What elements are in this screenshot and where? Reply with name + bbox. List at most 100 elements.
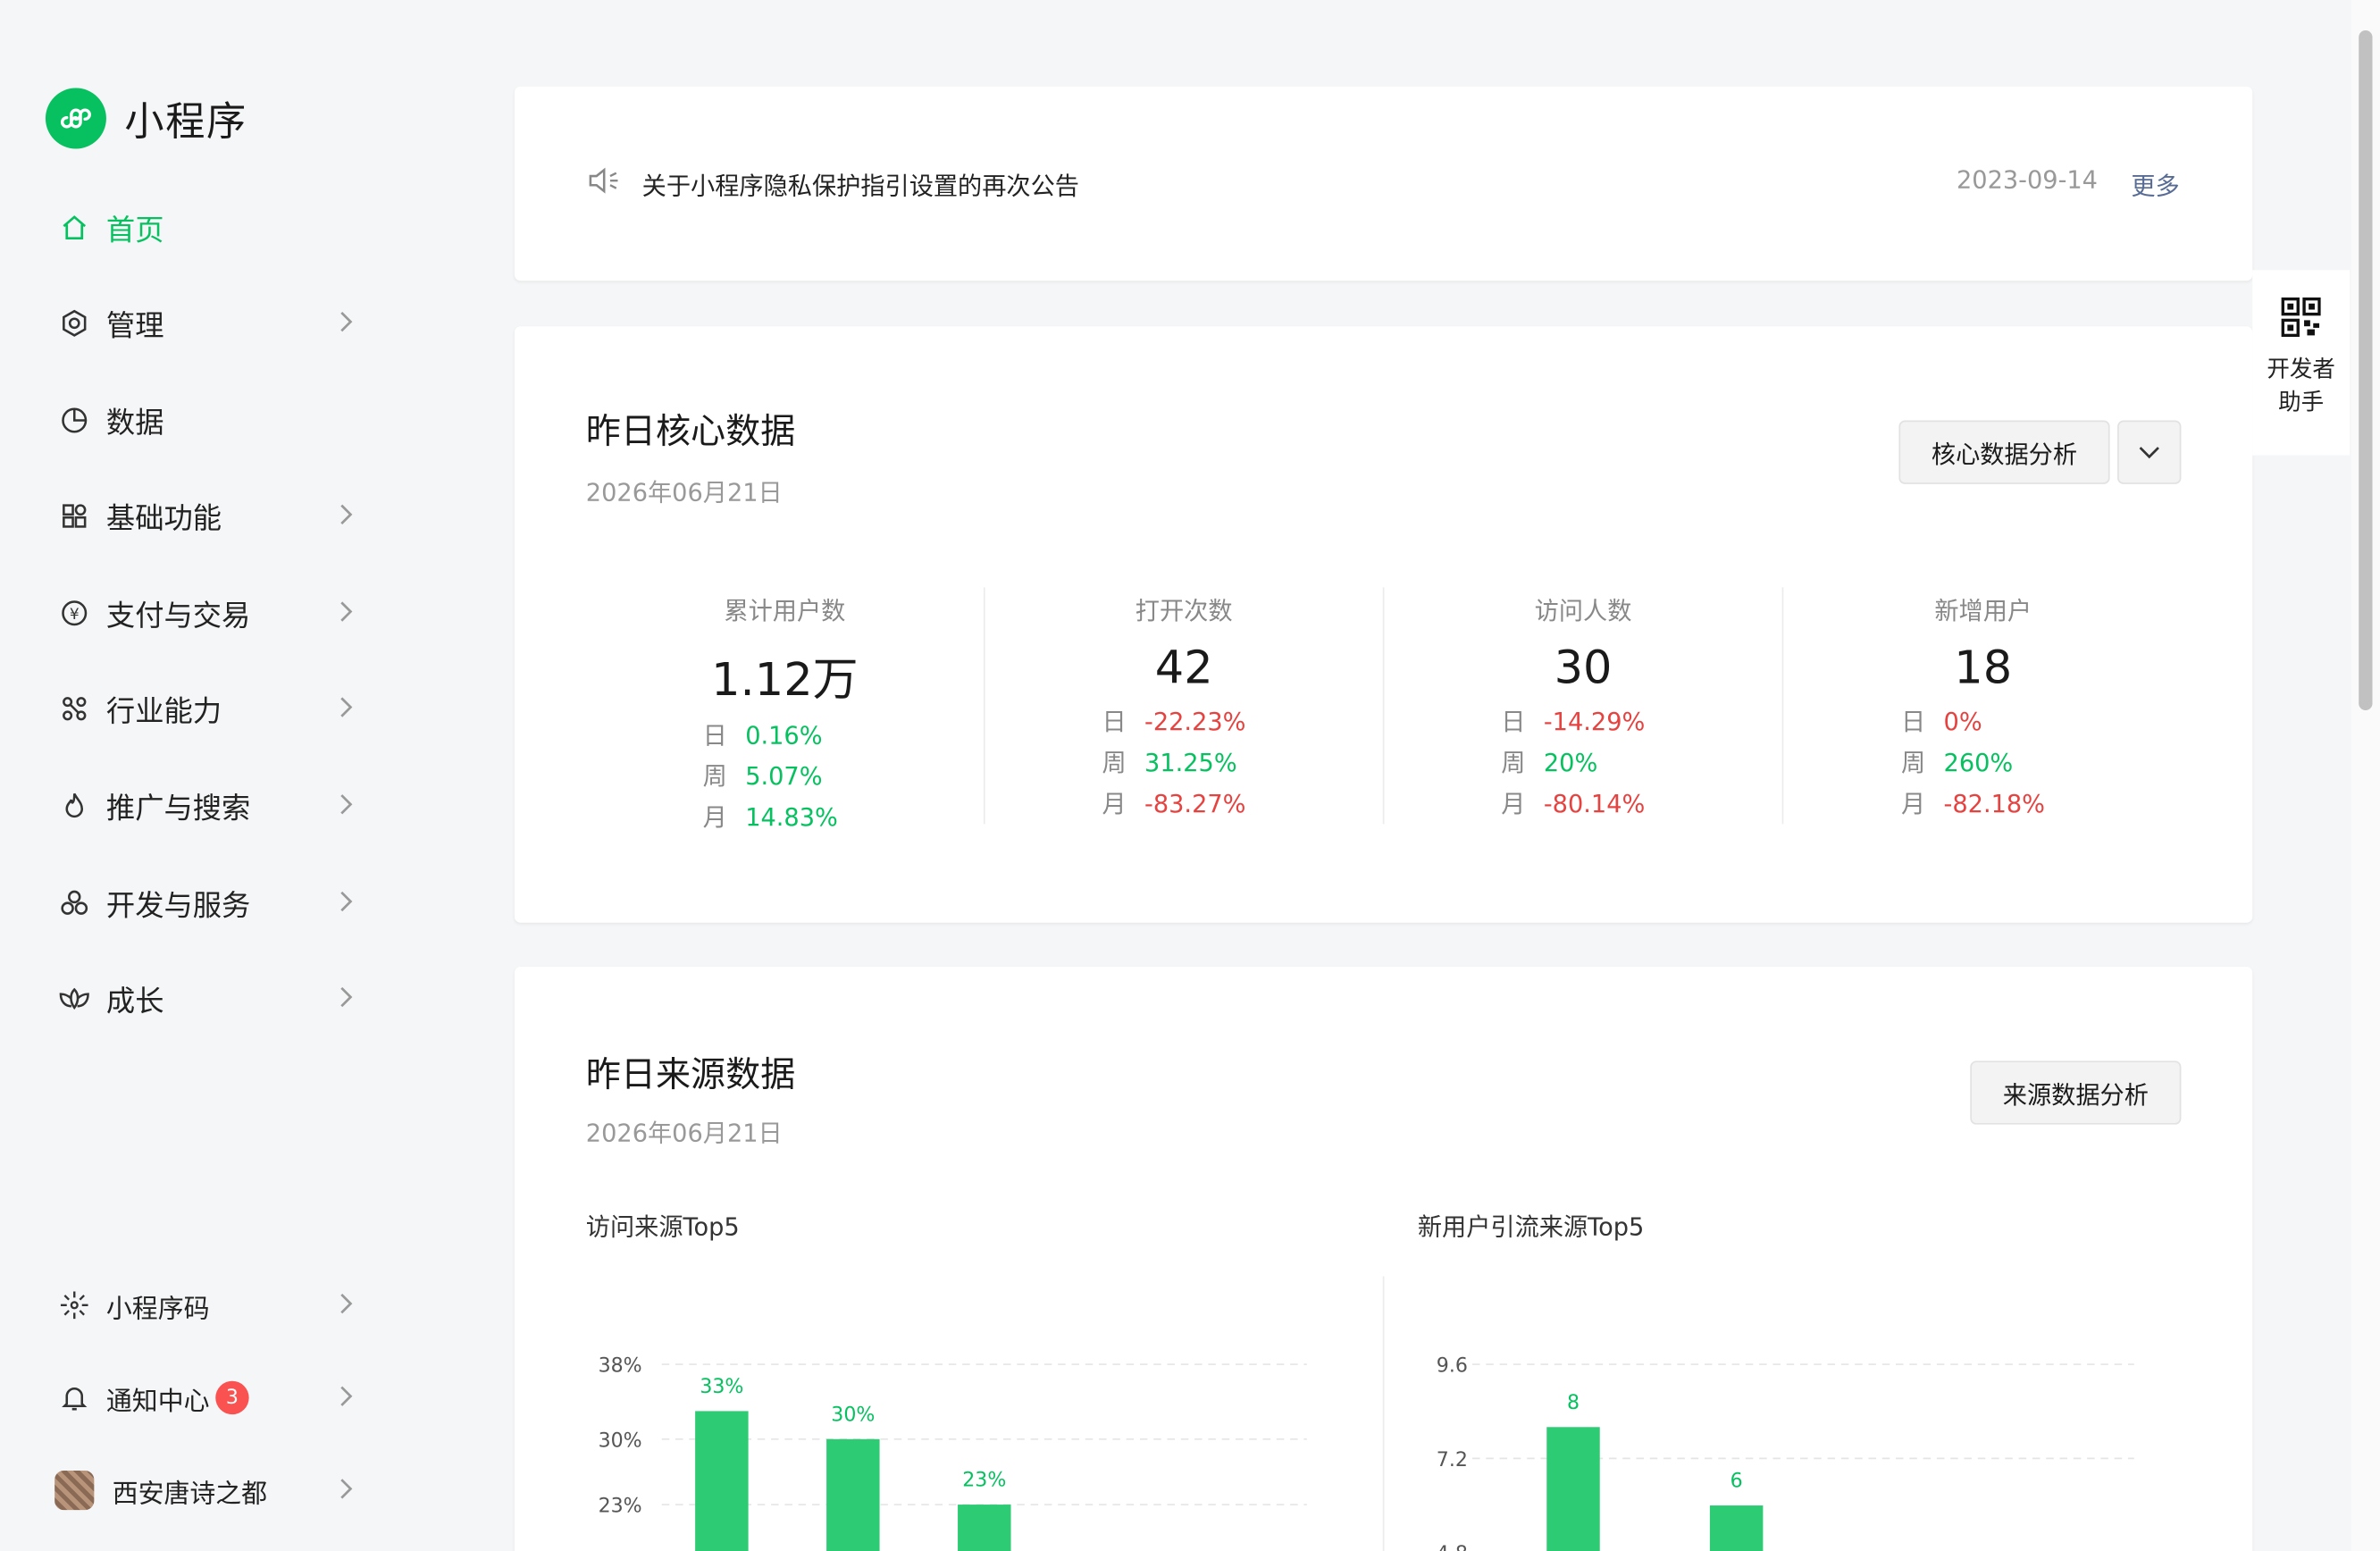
chart-divider xyxy=(1382,1276,1385,1551)
metric-value: 18 xyxy=(1954,641,2013,695)
core-data-analysis-button[interactable]: 核心数据分析 xyxy=(1898,420,2110,484)
app-title: 小程序 xyxy=(124,99,247,146)
sidebar-item-growth[interactable]: 成长 xyxy=(58,968,362,1029)
sidebar-item-dev-services[interactable]: 开发与服务 xyxy=(58,873,362,934)
new-user-source-chart-title: 新用户引流来源Top5 xyxy=(1417,1212,1645,1242)
developer-helper[interactable]: 开发者 助手 xyxy=(2252,270,2351,456)
metric-week-change: 5.07% xyxy=(745,761,823,791)
sidebar-item-payment[interactable]: ¥ 支付与交易 xyxy=(58,583,362,643)
core-data-dropdown-button[interactable] xyxy=(2117,420,2182,484)
sidebar-item-label: 数据 xyxy=(105,406,164,440)
y-tick-label: 9.6 xyxy=(1437,1355,1468,1378)
sidebar-item-qrcode[interactable]: 小程序码 xyxy=(58,1275,362,1336)
sidebar-item-data[interactable]: 数据 xyxy=(58,390,362,451)
notice-more-link[interactable]: 更多 xyxy=(2131,165,2179,202)
hexagon-icon xyxy=(58,306,91,340)
metric-row-month: 月 -80.14% xyxy=(1384,783,1781,824)
metric-label: 访问人数 xyxy=(1534,596,1632,625)
core-data-date: 2026年06月21日 xyxy=(585,478,783,507)
notice-card: 关于小程序隐私保护指引设置的再次公告 2023-09-14 更多 xyxy=(514,86,2253,281)
sidebar-item-label: 开发与服务 xyxy=(105,888,251,922)
sidebar-item-basic-features[interactable]: 基础功能 xyxy=(58,486,362,547)
chevron-right-icon xyxy=(337,791,355,826)
pie-chart-icon xyxy=(58,404,91,437)
notification-count-badge: 3 xyxy=(215,1380,249,1415)
row-label: 周 xyxy=(1900,748,1926,777)
sidebar-item-account[interactable]: 西安唐诗之都 xyxy=(54,1460,362,1521)
sidebar-item-home[interactable]: 首页 xyxy=(58,197,362,258)
sidebar-item-label: 通知中心 xyxy=(105,1386,210,1417)
chevron-right-icon xyxy=(337,693,355,728)
app-logo[interactable]: 小程序 xyxy=(45,88,247,149)
chevron-right-icon xyxy=(337,1290,355,1325)
app-root: 小程序 首页 管理 数据 基础功能 ¥ 支付与交易 行业能力 推广与搜索 开发与… xyxy=(0,0,2380,1551)
metric-new-users: 新增用户 18 日 0% 周 260% 月 -82.18% xyxy=(1783,587,2183,824)
metric-label: 新增用户 xyxy=(1934,596,2032,625)
bar-data-label: 8 xyxy=(1567,1392,1580,1414)
metric-week-change: 31.25% xyxy=(1144,748,1237,777)
visit-source-chart-title: 访问来源Top5 xyxy=(585,1212,740,1242)
scrollbar-thumb[interactable] xyxy=(2359,29,2373,710)
chevron-right-icon xyxy=(337,598,355,633)
metric-day-change: 0% xyxy=(1943,707,1982,736)
bar-data-label: 33% xyxy=(700,1376,743,1398)
yuan-icon: ¥ xyxy=(58,597,91,630)
speaker-icon xyxy=(588,165,624,202)
bar xyxy=(1709,1505,1764,1551)
chevron-right-icon xyxy=(337,984,355,1019)
sidebar-item-label: 小程序码 xyxy=(105,1294,210,1325)
metric-row-day: 日 -14.29% xyxy=(1384,701,1781,742)
y-tick-label: 38% xyxy=(599,1355,642,1378)
sidebar-item-notifications[interactable]: 通知中心 3 xyxy=(58,1367,362,1428)
visit-source-bar-chart: 38% 30% 23% 33% 30% 23% xyxy=(599,1355,1307,1551)
bar xyxy=(958,1505,1011,1551)
y-tick-label: 4.8 xyxy=(1437,1543,1468,1551)
metric-day-change: -22.23% xyxy=(1144,707,1246,736)
metric-total-users: 累计用户数 1.12万 日 0.16% 周 5.07% 月 14.83% xyxy=(586,587,985,832)
metric-open-count: 打开次数 42 日 -22.23% 周 31.25% 月 -83.27% xyxy=(985,587,1385,825)
bar-data-label: 6 xyxy=(1731,1471,1743,1493)
chevron-right-icon xyxy=(337,1382,355,1417)
row-label: 月 xyxy=(1102,789,1127,818)
chevron-down-icon xyxy=(2137,438,2161,466)
bell-icon xyxy=(58,1381,91,1414)
sidebar-item-industry[interactable]: 行业能力 xyxy=(58,678,362,739)
sidebar-item-label: 支付与交易 xyxy=(105,599,251,633)
metric-row-week: 周 20% xyxy=(1384,742,1781,784)
source-data-analysis-button[interactable]: 来源数据分析 xyxy=(1970,1061,2182,1125)
source-data-title: 昨日来源数据 xyxy=(585,1056,796,1096)
y-tick-label: 30% xyxy=(599,1429,642,1452)
sidebar-item-label: 基础功能 xyxy=(105,501,222,535)
metric-label: 累计用户数 xyxy=(724,596,846,625)
miniprogram-logo-icon xyxy=(45,88,106,149)
qrcode-icon xyxy=(2252,270,2350,343)
row-label: 日 xyxy=(702,720,727,750)
new-user-source-bar-chart: 9.6 7.2 4.8 8 6 xyxy=(1437,1355,2134,1551)
bar-data-label: 30% xyxy=(831,1404,875,1426)
chevron-right-icon xyxy=(337,1475,355,1510)
metric-label: 打开次数 xyxy=(1135,596,1233,625)
account-name: 西安唐诗之都 xyxy=(112,1479,268,1510)
sidebar-item-label: 管理 xyxy=(105,308,164,343)
row-label: 月 xyxy=(1900,789,1926,818)
metric-row-month: 月 -82.18% xyxy=(1783,783,2183,824)
sidebar-item-manage[interactable]: 管理 xyxy=(58,293,362,354)
notice-title-link[interactable]: 关于小程序隐私保护指引设置的再次公告 xyxy=(642,165,1079,202)
metric-row-day: 日 -22.23% xyxy=(985,701,1383,742)
source-data-date: 2026年06月21日 xyxy=(585,1118,783,1148)
row-label: 周 xyxy=(1501,748,1526,777)
metric-visitors: 访问人数 30 日 -14.29% 周 20% 月 -80.14% xyxy=(1384,587,1784,825)
bar-data-label: 23% xyxy=(962,1470,1006,1492)
metric-day-change: -14.29% xyxy=(1543,707,1646,736)
sidebar-item-promotion[interactable]: 推广与搜索 xyxy=(58,776,362,836)
metric-row-week: 周 260% xyxy=(1783,742,2183,784)
core-data-card: 昨日核心数据 2026年06月21日 核心数据分析 累计用户数 1.12万 日0… xyxy=(514,326,2253,923)
metric-day-change: 0.16% xyxy=(745,720,823,750)
metric-row-month: 月 -83.27% xyxy=(985,783,1383,824)
helper-label-line2: 助手 xyxy=(2278,388,2325,416)
metric-row-week: 周 31.25% xyxy=(985,742,1383,784)
svg-text:¥: ¥ xyxy=(70,606,80,624)
metric-row-week: 周 5.07% xyxy=(586,756,984,797)
metric-row-day: 日 0.16% xyxy=(586,715,984,756)
metric-month-change: 14.83% xyxy=(745,802,838,832)
